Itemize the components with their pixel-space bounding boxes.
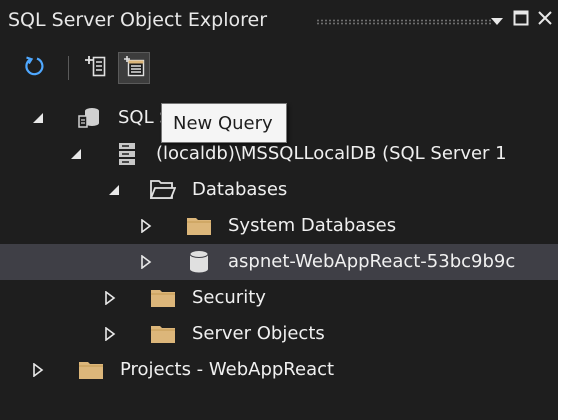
tooltip-text: New Query [173,113,273,134]
collapsed-arrow-icon[interactable] [138,254,154,270]
maximize-icon [513,10,529,30]
new-query-icon [122,54,146,82]
folder-icon [150,322,176,346]
refresh-button[interactable] [18,52,50,84]
tree-node-label: Projects - WebAppReact [120,359,335,380]
title-drag-grip[interactable] [316,19,492,25]
triangle-down-icon [491,11,503,30]
tree-node-system-databases[interactable]: System Databases [0,208,558,244]
collapsed-arrow-icon[interactable] [102,290,118,306]
folder-icon [150,286,176,310]
panel-title: SQL Server Object Explorer [8,9,268,31]
collapsed-arrow-icon[interactable] [102,326,118,342]
tree-node-label: Databases [192,179,288,200]
expanded-arrow-icon[interactable] [106,182,122,198]
refresh-icon [23,55,45,81]
close-icon [537,10,553,30]
collapsed-arrow-icon[interactable] [138,218,154,234]
explorer-toolbar [0,48,558,88]
add-sql-server-icon [84,54,108,82]
tree-node-security[interactable]: Security [0,280,558,316]
folder-open-icon [150,178,176,202]
database-icon [186,250,212,274]
tree-node-label: Server Objects [192,323,325,344]
folder-icon [186,214,212,238]
tree-node-databases[interactable]: Databases [0,172,558,208]
panel-title-bar: SQL Server Object Explorer [0,0,558,40]
tree-node-label: (localdb)\MSSQLLocalDB (SQL Server 1 [156,143,507,164]
expanded-arrow-icon[interactable] [30,110,46,126]
new-query-button[interactable] [118,52,150,84]
close-button[interactable] [534,8,556,32]
sql-server-icon [76,106,102,130]
tree-node-server-objects[interactable]: Server Objects [0,316,558,352]
maximize-button[interactable] [510,8,532,32]
tree-node-label: Security [192,287,266,308]
new-query-tooltip: New Query [161,103,287,143]
tree-node-label: System Databases [228,215,397,236]
toolbar-separator [68,56,69,80]
expanded-arrow-icon[interactable] [68,146,84,162]
window-position-dropdown-button[interactable] [486,8,508,32]
collapsed-arrow-icon[interactable] [30,362,46,378]
tree-node-app-database[interactable]: aspnet-WebAppReact-53bc9b9c [0,244,558,280]
database-server-icon [114,142,140,166]
tree-node-projects[interactable]: Projects - WebAppReact [0,352,558,388]
object-explorer-panel: SQL Server Object Explorer SQL (localdb)… [0,0,558,420]
tree-node-label: aspnet-WebAppReact-53bc9b9c [228,251,516,272]
add-sql-server-button[interactable] [80,52,112,84]
folder-icon [78,358,104,382]
